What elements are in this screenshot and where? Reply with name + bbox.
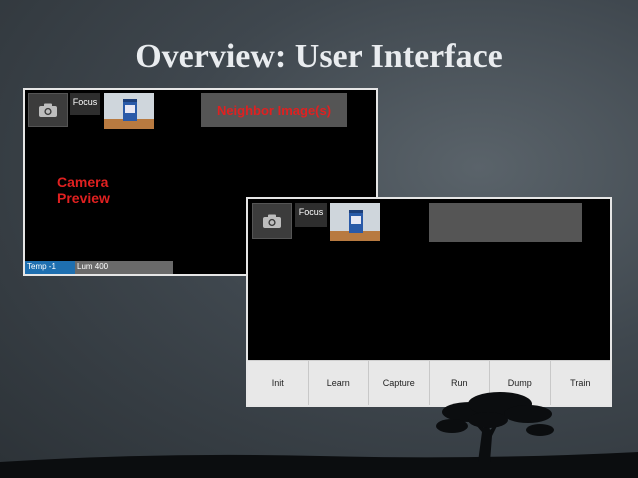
- landscape-decoration: [0, 392, 638, 478]
- tree-silhouette: [436, 392, 554, 462]
